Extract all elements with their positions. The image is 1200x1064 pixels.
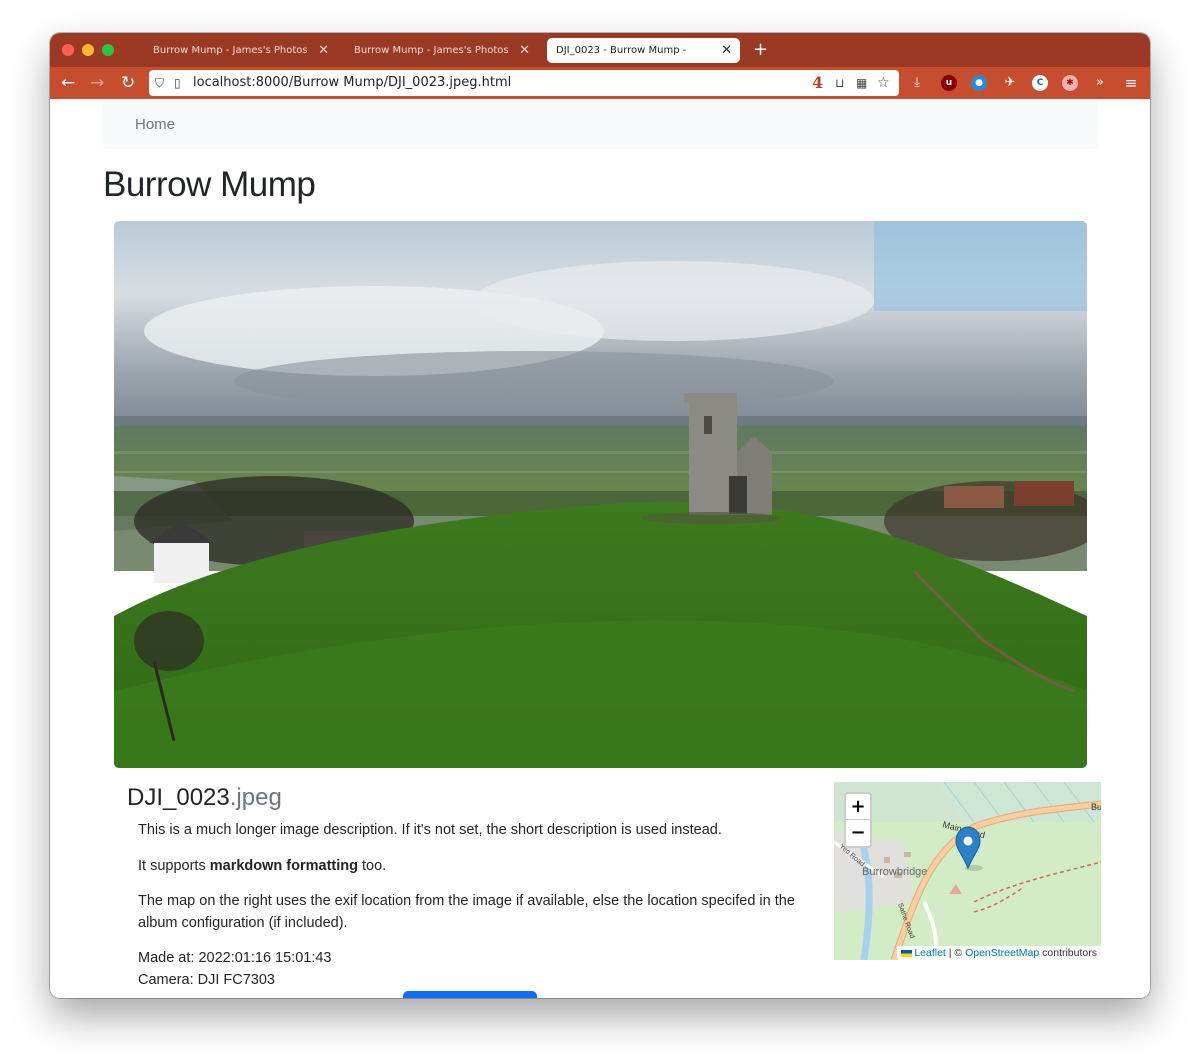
page-title: Burrow Mump [103, 165, 316, 204]
tab-title: Burrow Mump - James's Photos [153, 45, 308, 56]
tab-title: DJI_0023 - Burrow Mump - [556, 45, 687, 56]
browser-window: Burrow Mump - James's Photos ✕ Burrow Mu… [50, 33, 1150, 998]
extension-shield-icon[interactable]: ✱ [1062, 75, 1078, 91]
maximize-window-button[interactable] [102, 44, 114, 56]
map-attribution: Leaflet | © OpenStreetMap contributors [897, 946, 1101, 960]
tab-bar: Burrow Mump - James's Photos ✕ Burrow Mu… [50, 33, 1150, 67]
attribution-tail: contributors [1039, 947, 1097, 959]
forward-arrow-icon[interactable]: → [90, 71, 104, 95]
star-icon[interactable]: ☆ [877, 70, 890, 96]
file-title: DJI_0023.jpeg [127, 784, 282, 812]
breadcrumb: Home [103, 100, 1098, 149]
plus-icon[interactable]: + [753, 37, 768, 63]
photo-image [114, 221, 1087, 768]
download-icon[interactable]: ⤓ [908, 73, 926, 93]
shield-icon[interactable]: ⛉ [155, 70, 164, 96]
ukraine-flag-icon [901, 949, 913, 957]
reload-icon[interactable]: ↻ [121, 71, 135, 95]
close-window-button[interactable] [62, 44, 74, 56]
breadcrumb-home-link[interactable]: Home [135, 116, 175, 133]
menu-icon[interactable]: ≡ [1122, 73, 1140, 93]
map-label-town: Burrowbridge [862, 866, 927, 878]
extension-globe-icon[interactable]: ● [971, 75, 987, 91]
description-text: too. [357, 858, 387, 874]
file-extension: .jpeg [229, 784, 282, 811]
nav-bar: ← → ↻ ⛉ ▯ localhost:8000/Burrow Mump/DJI… [50, 67, 1150, 99]
browser-tab[interactable]: Burrow Mump - James's Photos ✕ [144, 38, 337, 63]
attribution-separator: | © [945, 947, 966, 959]
description-paragraph: This is a much longer image description.… [138, 822, 722, 838]
minimize-window-button[interactable] [82, 44, 94, 56]
tab-title: Burrow Mump - James's Photos [354, 45, 509, 56]
description-paragraph: It supports markdown formatting too. [138, 855, 798, 877]
inbox-icon[interactable]: ⊔ [835, 70, 844, 96]
zoom-in-button[interactable]: + [846, 794, 870, 820]
extension-badge[interactable]: 4 [812, 70, 823, 96]
description-bold-text: markdown formatting [209, 858, 358, 874]
map-tiles: Main Road Bu Burrowbridge Yeo Road Sathe… [834, 782, 1101, 960]
camera-text: Camera: DJI FC7303 [138, 972, 275, 988]
browser-tab[interactable]: Burrow Mump - James's Photos ✕ [345, 38, 538, 63]
photo[interactable] [114, 221, 1087, 768]
zoom-out-button[interactable]: − [846, 820, 870, 846]
made-at-text: Made at: 2022:01:16 15:01:43 [138, 950, 332, 966]
url-text[interactable]: localhost:8000/Burrow Mump/DJI_0023.jpeg… [193, 70, 511, 96]
back-arrow-icon[interactable]: ← [61, 71, 75, 95]
qr-code-icon[interactable]: ▦ [856, 70, 867, 96]
description-text: It supports [138, 858, 210, 874]
description-paragraph: The map on the right uses the exif locat… [138, 893, 795, 931]
location-map[interactable]: Main Road Bu Burrowbridge Yeo Road Sathe… [834, 782, 1101, 960]
page-icon: ▯ [174, 76, 181, 90]
leaflet-link[interactable]: Leaflet [914, 947, 946, 959]
window-controls [62, 44, 114, 56]
address-bar[interactable]: ⛉ ▯ localhost:8000/Burrow Mump/DJI_0023.… [149, 70, 899, 96]
openstreetmap-link[interactable]: OpenStreetMap [965, 947, 1039, 959]
overflow-chevron-icon[interactable]: » [1091, 73, 1109, 93]
close-icon[interactable]: ✕ [519, 38, 530, 63]
close-icon[interactable]: ✕ [721, 38, 732, 63]
pin-icon[interactable]: ✈ [1001, 73, 1019, 93]
browser-tab-active[interactable]: DJI_0023 - Burrow Mump - ✕ [547, 38, 740, 63]
ublock-icon[interactable]: u [941, 75, 957, 91]
extension-c-icon[interactable]: C [1032, 75, 1048, 91]
close-icon[interactable]: ✕ [318, 38, 329, 63]
primary-button[interactable] [403, 991, 537, 998]
map-label-bu: Bu [1091, 802, 1101, 812]
file-name: DJI_0023 [127, 784, 230, 811]
map-zoom-control: + − [844, 792, 872, 848]
page-content: Home Burrow Mump DJI_0023.jpeg This is a… [50, 99, 1150, 998]
